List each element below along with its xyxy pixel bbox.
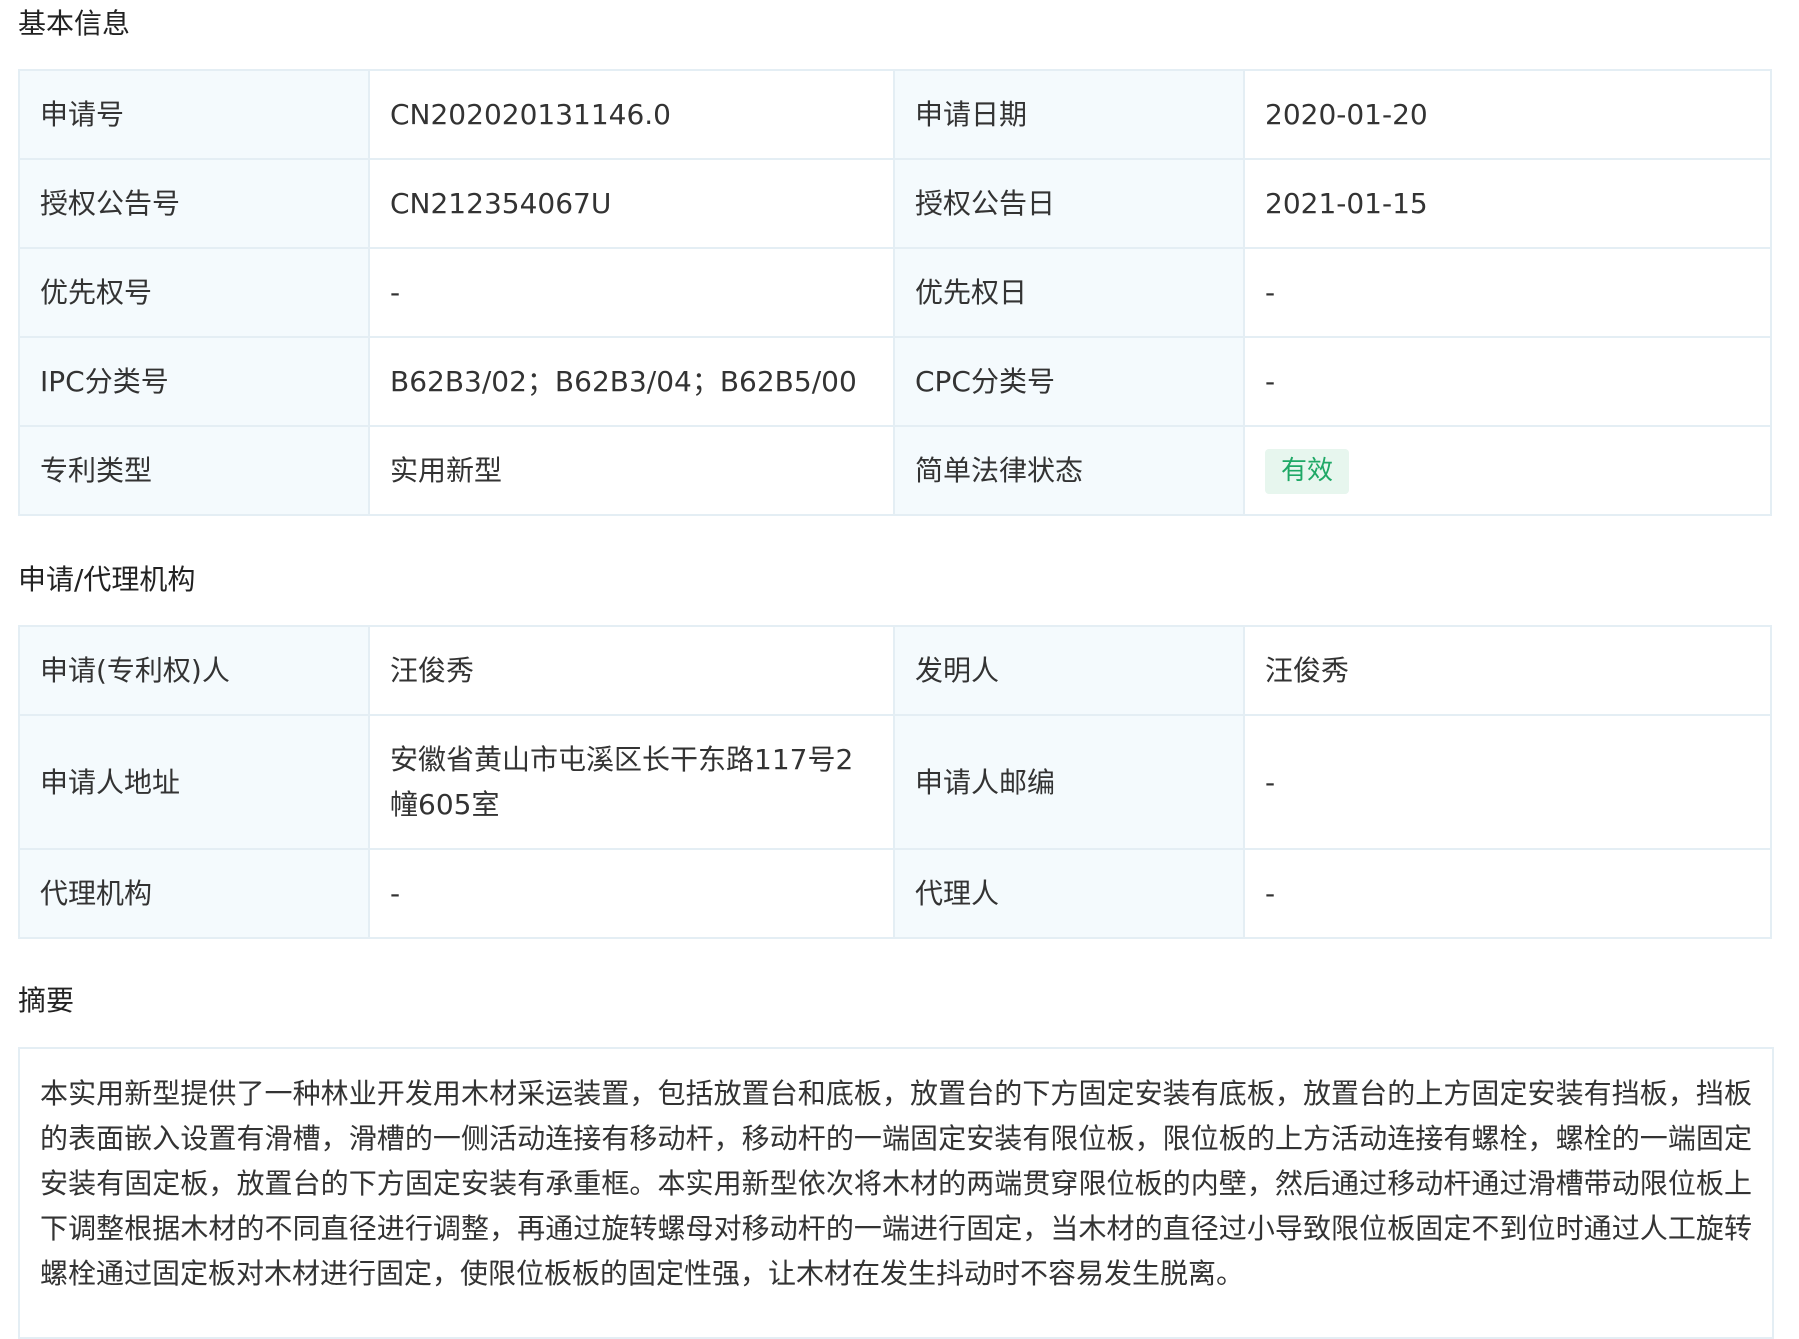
cpc-label: CPC分类号 bbox=[893, 336, 1245, 427]
ipc-value: B62B3/02；B62B3/04；B62B5/00 bbox=[368, 336, 895, 427]
application-date-label: 申请日期 bbox=[893, 69, 1245, 160]
agent-label: 代理人 bbox=[893, 848, 1245, 939]
priority-number-value: - bbox=[368, 247, 895, 338]
applicant-zip-label: 申请人邮编 bbox=[893, 714, 1245, 850]
grant-number-label: 授权公告号 bbox=[18, 158, 370, 249]
application-number-value: CN202020131146.0 bbox=[368, 69, 895, 160]
priority-date-value: - bbox=[1243, 247, 1772, 338]
table-row: 申请(专利权)人 汪俊秀 发明人 汪俊秀 bbox=[18, 625, 1772, 716]
applicant-address-value: 安徽省黄山市屯溪区长干东路117号2幢605室 bbox=[368, 714, 895, 850]
basic-info-table: 申请号 CN202020131146.0 申请日期 2020-01-20 授权公… bbox=[18, 69, 1772, 516]
priority-number-label: 优先权号 bbox=[18, 247, 370, 338]
section-title-basic-info: 基本信息 bbox=[18, 7, 131, 40]
grant-date-value: 2021-01-15 bbox=[1243, 158, 1772, 249]
inventor-value: 汪俊秀 bbox=[1243, 625, 1772, 716]
patent-type-label: 专利类型 bbox=[18, 425, 370, 516]
applicant-address-label: 申请人地址 bbox=[18, 714, 370, 850]
inventor-label: 发明人 bbox=[893, 625, 1245, 716]
table-row: 优先权号 - 优先权日 - bbox=[18, 247, 1772, 338]
applicant-label: 申请(专利权)人 bbox=[18, 625, 370, 716]
table-row: 授权公告号 CN212354067U 授权公告日 2021-01-15 bbox=[18, 158, 1772, 249]
priority-date-label: 优先权日 bbox=[893, 247, 1245, 338]
legal-status-label: 简单法律状态 bbox=[893, 425, 1245, 516]
table-row: 代理机构 - 代理人 - bbox=[18, 848, 1772, 939]
table-row: 专利类型 实用新型 简单法律状态 有效 bbox=[18, 425, 1772, 516]
application-date-value: 2020-01-20 bbox=[1243, 69, 1772, 160]
legal-status-cell: 有效 bbox=[1243, 425, 1772, 516]
status-badge: 有效 bbox=[1265, 449, 1350, 494]
section-title-applicant-agency: 申请/代理机构 bbox=[18, 563, 196, 596]
agency-value: - bbox=[368, 848, 895, 939]
application-number-label: 申请号 bbox=[18, 69, 370, 160]
agent-value: - bbox=[1243, 848, 1772, 939]
agency-label: 代理机构 bbox=[18, 848, 370, 939]
applicant-agency-table: 申请(专利权)人 汪俊秀 发明人 汪俊秀 申请人地址 安徽省黄山市屯溪区长干东路… bbox=[18, 625, 1772, 939]
grant-date-label: 授权公告日 bbox=[893, 158, 1245, 249]
table-row: 申请号 CN202020131146.0 申请日期 2020-01-20 bbox=[18, 69, 1772, 160]
ipc-label: IPC分类号 bbox=[18, 336, 370, 427]
section-title-abstract: 摘要 bbox=[18, 984, 75, 1017]
applicant-zip-value: - bbox=[1243, 714, 1772, 850]
cpc-value: - bbox=[1243, 336, 1772, 427]
abstract-text: 本实用新型提供了一种林业开发用木材采运装置，包括放置台和底板，放置台的下方固定安… bbox=[40, 1077, 1752, 1290]
abstract-box: 本实用新型提供了一种林业开发用木材采运装置，包括放置台和底板，放置台的下方固定安… bbox=[18, 1047, 1774, 1339]
table-row: IPC分类号 B62B3/02；B62B3/04；B62B5/00 CPC分类号… bbox=[18, 336, 1772, 427]
applicant-value: 汪俊秀 bbox=[368, 625, 895, 716]
grant-number-value: CN212354067U bbox=[368, 158, 895, 249]
patent-type-value: 实用新型 bbox=[368, 425, 895, 516]
table-row: 申请人地址 安徽省黄山市屯溪区长干东路117号2幢605室 申请人邮编 - bbox=[18, 714, 1772, 850]
